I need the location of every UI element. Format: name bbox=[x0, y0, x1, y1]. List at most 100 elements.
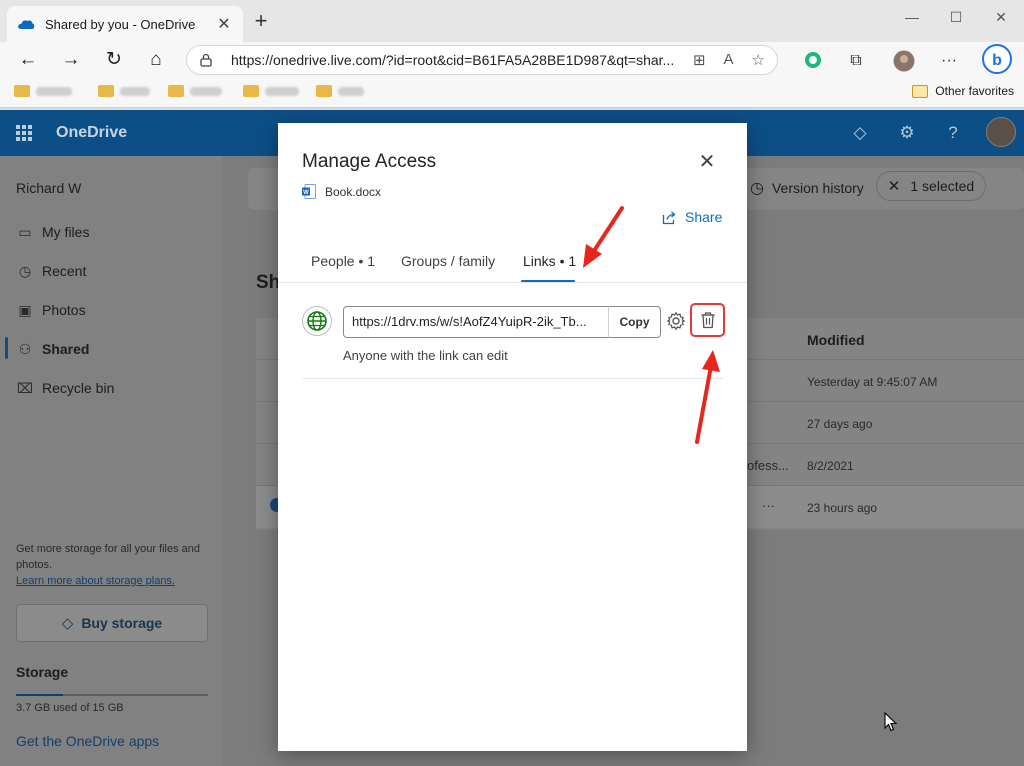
dialog-close-icon[interactable]: ✕ bbox=[696, 151, 718, 173]
selection-pill[interactable]: ✕ 1 selected bbox=[876, 171, 986, 201]
people-icon: ⚇ bbox=[18, 341, 32, 357]
onedrive-cloud-icon bbox=[18, 20, 35, 29]
column-header-modified[interactable]: Modified bbox=[807, 332, 865, 348]
delete-link-button[interactable] bbox=[690, 303, 725, 337]
nav-active-indicator bbox=[5, 337, 8, 359]
globe-icon bbox=[302, 306, 332, 336]
minimize-button[interactable]: — bbox=[899, 9, 925, 25]
tab-links[interactable]: Links • 1 bbox=[523, 253, 576, 269]
favorite-star-icon[interactable]: ☆ bbox=[752, 51, 765, 69]
clock-icon: ◷ bbox=[18, 263, 32, 279]
back-arrow-icon[interactable]: ← bbox=[14, 46, 42, 74]
storage-progress-fill bbox=[16, 694, 64, 696]
buy-storage-button[interactable]: ◇ Buy storage bbox=[16, 604, 208, 642]
storage-plans-link[interactable]: Learn more about storage plans. bbox=[16, 575, 175, 587]
favorite-item[interactable] bbox=[168, 85, 222, 97]
favorites-bar: Other favorites bbox=[0, 78, 1024, 108]
file-info: W Book.docx bbox=[302, 184, 381, 199]
storage-title: Storage bbox=[16, 664, 69, 680]
storage-progress-bar bbox=[16, 694, 208, 696]
image-icon: ▣ bbox=[18, 302, 32, 318]
favorite-item[interactable] bbox=[316, 85, 364, 97]
other-favorites[interactable]: Other favorites bbox=[912, 84, 1014, 98]
link-url-field[interactable]: https://1drv.ms/w/s!AofZ4YuipR-2ik_Tb... bbox=[343, 306, 609, 338]
tab-groups-family[interactable]: Groups / family bbox=[401, 253, 495, 269]
close-window-button[interactable]: ✕ bbox=[988, 9, 1014, 26]
recycle-bin-icon: ⌧ bbox=[16, 380, 34, 396]
divider bbox=[302, 378, 723, 379]
manage-access-dialog: Manage Access ✕ W Book.docx Share People… bbox=[278, 123, 747, 751]
link-permission-text: Anyone with the link can edit bbox=[343, 348, 508, 363]
sidebar: Richard W ▭ My files ◷ Recent ▣ Photos ⚇… bbox=[0, 156, 222, 766]
folder-icon bbox=[98, 85, 114, 97]
row-modified: 23 hours ago bbox=[807, 501, 878, 515]
copy-link-button[interactable]: Copy bbox=[608, 306, 661, 338]
svg-text:W: W bbox=[303, 190, 309, 196]
tab-strip: Shared by you - OneDrive ✕ + — ☐ ✕ bbox=[0, 0, 1024, 42]
row-name-fragment: ofess... bbox=[747, 458, 789, 473]
help-icon[interactable]: ? bbox=[942, 122, 964, 144]
sidebar-item-my-files[interactable]: ▭ My files bbox=[16, 223, 89, 241]
clear-selection-icon: ✕ bbox=[887, 178, 901, 195]
trash-icon bbox=[701, 312, 714, 329]
app-launcher-icon[interactable] bbox=[16, 125, 32, 141]
history-icon: ◷ bbox=[750, 180, 764, 197]
settings-gear-icon[interactable]: ⚙ bbox=[896, 122, 918, 144]
storage-used-text: 3.7 GB used of 15 GB bbox=[16, 702, 124, 714]
read-aloud-icon[interactable]: A bbox=[724, 51, 734, 69]
folder-icon bbox=[14, 85, 30, 97]
sidebar-item-shared[interactable]: ⚇ Shared bbox=[16, 340, 90, 358]
row-more-icon[interactable]: ··· bbox=[762, 498, 775, 513]
tab-people[interactable]: People • 1 bbox=[311, 253, 375, 269]
profile-avatar[interactable] bbox=[893, 50, 915, 72]
folder-icon bbox=[168, 85, 184, 97]
link-settings-gear-icon[interactable] bbox=[666, 311, 688, 333]
active-tab-indicator bbox=[521, 280, 575, 282]
lock-icon bbox=[200, 53, 212, 67]
dialog-title: Manage Access bbox=[302, 151, 437, 172]
storage-promo: Get more storage for all your files and … bbox=[16, 543, 201, 587]
new-tab-button[interactable]: + bbox=[250, 10, 272, 32]
sidebar-item-recent[interactable]: ◷ Recent bbox=[16, 262, 86, 280]
address-bar[interactable]: https://onedrive.live.com/?id=root&cid=B… bbox=[186, 45, 778, 75]
favorite-item[interactable] bbox=[14, 85, 72, 97]
get-apps-link[interactable]: Get the OneDrive apps bbox=[16, 733, 159, 749]
extensions-puzzle-icon[interactable]: ⧉ bbox=[845, 50, 867, 72]
folder-icon: ▭ bbox=[18, 224, 32, 240]
word-doc-icon: W bbox=[302, 184, 316, 199]
folder-icon bbox=[243, 85, 259, 97]
favorite-item[interactable] bbox=[243, 85, 299, 97]
bing-copilot-icon[interactable]: b bbox=[982, 44, 1012, 74]
mouse-cursor-icon bbox=[884, 712, 898, 732]
share-icon bbox=[662, 211, 676, 224]
maximize-button[interactable]: ☐ bbox=[943, 9, 969, 26]
extension-grammar-icon[interactable] bbox=[802, 50, 824, 72]
home-icon[interactable]: ⌂ bbox=[142, 46, 170, 74]
link-item: https://1drv.ms/w/s!AofZ4YuipR-2ik_Tb...… bbox=[278, 283, 747, 379]
share-button[interactable]: Share bbox=[662, 209, 722, 225]
page-title: Sh bbox=[256, 272, 281, 293]
diamond-icon: ◇ bbox=[61, 615, 74, 632]
version-history-button[interactable]: ◷ Version history bbox=[750, 178, 864, 198]
tab-close-icon[interactable]: ✕ bbox=[215, 14, 233, 34]
folder-icon bbox=[912, 84, 929, 98]
browser-window: Shared by you - OneDrive ✕ + — ☐ ✕ ← → ↻… bbox=[0, 0, 1024, 110]
browser-tab[interactable]: Shared by you - OneDrive ✕ bbox=[7, 6, 243, 42]
refresh-icon[interactable]: ↻ bbox=[100, 46, 128, 74]
app-name[interactable]: OneDrive bbox=[56, 124, 127, 142]
row-modified: 8/2/2021 bbox=[807, 459, 854, 473]
user-name: Richard W bbox=[16, 180, 82, 196]
account-avatar[interactable] bbox=[986, 117, 1016, 147]
tab-title: Shared by you - OneDrive bbox=[45, 16, 196, 32]
browser-toolbar: ← → ↻ ⌂ https://onedrive.live.com/?id=ro… bbox=[0, 42, 1024, 78]
sidebar-item-recycle-bin[interactable]: ⌧ Recycle bin bbox=[16, 379, 114, 397]
dialog-tabs: People • 1 Groups / family Links • 1 bbox=[278, 241, 747, 283]
forward-arrow-icon[interactable]: → bbox=[57, 46, 85, 74]
favorite-item[interactable] bbox=[98, 85, 150, 97]
folder-icon bbox=[316, 85, 332, 97]
address-text: https://onedrive.live.com/?id=root&cid=B… bbox=[231, 52, 675, 68]
sidebar-item-photos[interactable]: ▣ Photos bbox=[16, 301, 85, 319]
premium-diamond-icon[interactable]: ◇ bbox=[849, 122, 871, 144]
more-options-icon[interactable]: ··· bbox=[938, 50, 960, 72]
app-available-icon[interactable]: ⊞ bbox=[693, 51, 706, 69]
